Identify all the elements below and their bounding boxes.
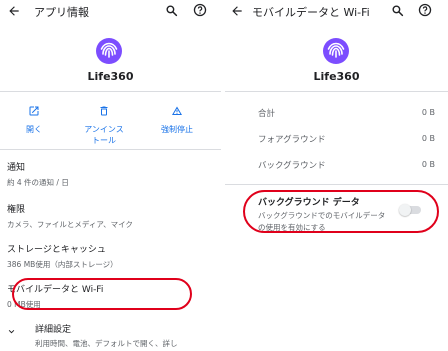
mobile-data-screen: モバイルデータと Wi-Fi Life360 合計 0 B フォアグラウンド 0… <box>225 0 448 351</box>
page-title: モバイルデータと Wi-Fi <box>252 6 370 19</box>
app-name: Life360 <box>87 70 134 83</box>
warning-icon <box>171 105 183 117</box>
app-name: Life360 <box>313 70 360 83</box>
trash-icon <box>98 105 110 117</box>
settings-item-notifications[interactable]: 通知 約 4 件の通知 / 日 <box>7 160 69 188</box>
divider <box>0 91 221 92</box>
settings-item-storage[interactable]: ストレージとキャッシュ 386 MB使用（内部ストレージ） <box>7 242 118 270</box>
stat-label-foreground: フォアグラウンド <box>258 135 326 145</box>
stat-value-foreground: 0 B <box>421 134 435 143</box>
stat-value-background: 0 B <box>421 160 435 169</box>
stat-label-background: バックグラウンド <box>258 161 326 171</box>
life360-app-icon <box>95 37 123 65</box>
settings-item-subtitle: 386 MB使用（内部ストレージ） <box>7 260 118 269</box>
chevron-down-icon[interactable] <box>6 326 17 337</box>
settings-item-title: 通知 <box>7 163 26 173</box>
settings-item-title: 詳細設定 <box>35 325 72 335</box>
background-data-highlight <box>243 190 439 233</box>
stat-label-total: 合計 <box>258 109 276 119</box>
life360-app-icon <box>322 37 350 65</box>
divider <box>225 184 448 185</box>
back-arrow-icon[interactable] <box>7 4 21 18</box>
settings-item-title: 権限 <box>7 205 26 215</box>
search-icon[interactable] <box>165 4 178 17</box>
open-button[interactable]: 開く <box>6 102 62 135</box>
page-title: アプリ情報 <box>34 6 89 19</box>
divider <box>0 149 221 150</box>
help-icon[interactable] <box>418 3 432 17</box>
back-arrow-icon[interactable] <box>230 4 244 18</box>
divider <box>225 91 448 92</box>
settings-item-permissions[interactable]: 権限 カメラ、ファイルとメディア、マイク <box>7 202 133 230</box>
search-icon[interactable] <box>391 4 404 17</box>
settings-item-subtitle: カメラ、ファイルとメディア、マイク <box>7 220 133 229</box>
settings-item-title: ストレージとキャッシュ <box>7 245 106 255</box>
force-stop-label: 強制停止 <box>161 125 193 134</box>
settings-item-subtitle: 利用時間、電池、デフォルトで開く、詳し <box>35 339 178 348</box>
settings-item-advanced[interactable]: 詳細設定 利用時間、電池、デフォルトで開く、詳し <box>35 322 178 349</box>
uninstall-label: アンインストール <box>84 125 124 145</box>
help-icon[interactable] <box>193 3 207 17</box>
open-label: 開く <box>26 125 42 134</box>
app-info-screen: アプリ情報 Life360 開く アンインストール 強制停止 通知 約 4 件の… <box>0 0 221 351</box>
stat-value-total: 0 B <box>421 108 435 117</box>
open-in-new-icon <box>28 105 40 117</box>
mobile-data-highlight <box>12 278 192 310</box>
uninstall-button[interactable]: アンインストール <box>76 102 132 146</box>
force-stop-button[interactable]: 強制停止 <box>149 102 205 135</box>
settings-item-subtitle: 約 4 件の通知 / 日 <box>7 178 69 187</box>
